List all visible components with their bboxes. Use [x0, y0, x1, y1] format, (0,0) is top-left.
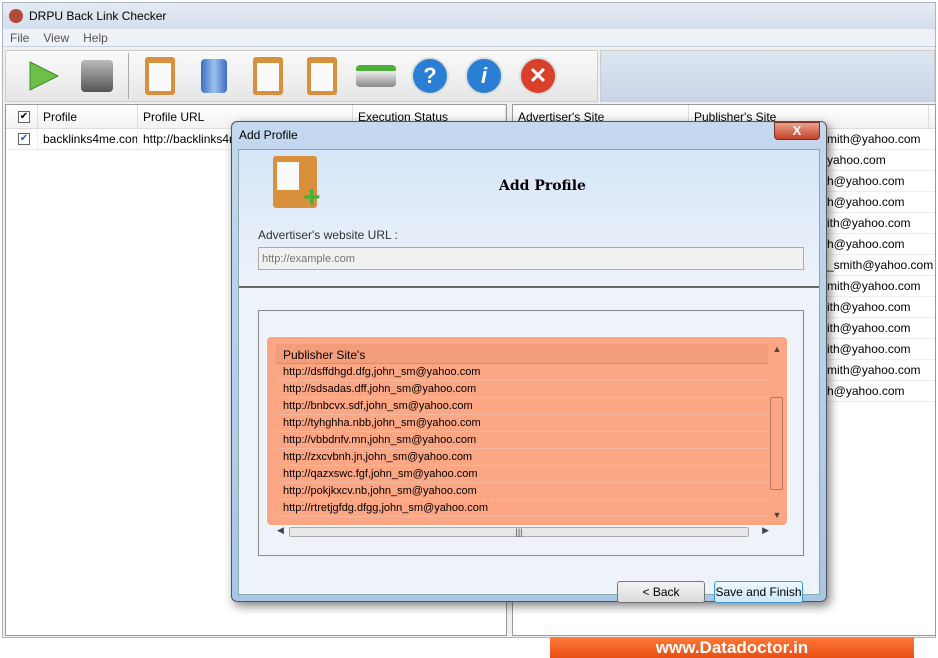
edit-profile-icon: [253, 57, 283, 95]
list-item[interactable]: http://zxcvbnh.jn,john_sm@yahoo.com: [276, 449, 768, 466]
cell-publisher-site: mith@yahoo.com: [827, 132, 921, 146]
dialog-heading: Add Profile: [499, 178, 586, 194]
cell-publisher-site: ith@yahoo.com: [827, 342, 911, 356]
col-profile[interactable]: Profile: [38, 105, 138, 128]
advertiser-url-input[interactable]: [258, 247, 804, 270]
publisher-list-header: Publisher Site's: [276, 344, 768, 364]
scroll-down-icon[interactable]: ▼: [770, 510, 784, 520]
cell-publisher-site: h@yahoo.com: [827, 384, 905, 398]
scroll-right-icon[interactable]: ▶: [762, 525, 769, 536]
dialog-close-button[interactable]: X: [774, 122, 820, 140]
window-title: DRPU Back Link Checker: [29, 9, 167, 23]
menu-help[interactable]: Help: [76, 31, 115, 45]
help-icon: ?: [411, 57, 449, 95]
vertical-scrollbar[interactable]: ▲ ▼: [770, 344, 784, 520]
cell-publisher-site: ith@yahoo.com: [827, 300, 911, 314]
help-button[interactable]: ?: [403, 53, 457, 99]
list-item[interactable]: http://qazxswc.fgf,john_sm@yahoo.com: [276, 466, 768, 483]
cell-publisher-site: h@yahoo.com: [827, 237, 905, 251]
delete-profile-button[interactable]: [187, 53, 241, 99]
play-icon: [29, 61, 60, 91]
cell-publisher-site: ith@yahoo.com: [827, 216, 911, 230]
plus-icon: +: [303, 181, 321, 214]
add-profile-icon: [145, 57, 175, 95]
back-button[interactable]: < Back: [617, 581, 705, 603]
add-profile-dialog: Add Profile X + Add Profile Advertiser's…: [231, 121, 827, 603]
info-button[interactable]: i: [457, 53, 511, 99]
settings-icon: [307, 57, 337, 95]
publisher-group: Publisher Site's http://dsffdhgd.dfg,joh…: [258, 310, 804, 556]
cell-publisher-site: h@yahoo.com: [827, 195, 905, 209]
exit-icon: ✕: [519, 57, 557, 95]
cell-publisher-site: h@yahoo.com: [827, 174, 905, 188]
exit-button[interactable]: ✕: [511, 53, 565, 99]
cell-profile: backlinks4me.com: [38, 129, 138, 149]
stop-icon: [81, 60, 113, 92]
scroll-up-icon[interactable]: ▲: [770, 344, 784, 354]
h-scroll-thumb[interactable]: |||: [289, 527, 749, 537]
list-item[interactable]: http://rtretjgfdg.dfgg,john_sm@yahoo.com: [276, 500, 768, 517]
start-button[interactable]: [16, 53, 70, 99]
list-item[interactable]: http://tyhghha.nbb,john_sm@yahoo.com: [276, 415, 768, 432]
app-icon: [9, 9, 23, 23]
settings-button[interactable]: [295, 53, 349, 99]
save-and-finish-button[interactable]: Save and Finish: [714, 581, 803, 603]
edit-profile-button[interactable]: [241, 53, 295, 99]
list-item[interactable]: http://sdsadas.dff,john_sm@yahoo.com: [276, 381, 768, 398]
scroll-left-icon[interactable]: ◀: [277, 525, 284, 535]
stop-button[interactable]: [70, 53, 124, 99]
dialog-title: Add Profile: [239, 128, 298, 142]
delete-icon: [201, 59, 227, 93]
menu-file[interactable]: File: [3, 31, 36, 45]
list-item[interactable]: http://pokjkxcv.nb,john_sm@yahoo.com: [276, 483, 768, 500]
list-item[interactable]: http://bnbcvx.sdf,john_sm@yahoo.com: [276, 398, 768, 415]
title-bar: DRPU Back Link Checker: [3, 3, 935, 29]
menu-view[interactable]: View: [36, 31, 76, 45]
menu-bar: File View Help: [3, 29, 935, 47]
refresh-button[interactable]: [349, 53, 403, 99]
toolbar-filler: [600, 50, 935, 102]
cell-publisher-site: yahoo.com: [827, 153, 886, 167]
datadoctor-banner: www.Datadoctor.in: [550, 637, 914, 658]
horizontal-scrollbar[interactable]: ◀ ||| ▶: [277, 525, 787, 539]
list-item[interactable]: http://vbbdnfv.mn,john_sm@yahoo.com: [276, 432, 768, 449]
row-checkbox[interactable]: ✔: [6, 129, 38, 149]
cell-publisher-site: ith@yahoo.com: [827, 321, 911, 335]
add-profile-button[interactable]: [133, 53, 187, 99]
refresh-icon: [356, 65, 396, 87]
cell-publisher-site: mith@yahoo.com: [827, 363, 921, 377]
cell-publisher-site: _smith@yahoo.com: [827, 258, 934, 272]
select-all-checkbox[interactable]: ✔: [6, 105, 38, 128]
list-item[interactable]: http://dsffdhgd.dfg,john_sm@yahoo.com: [276, 364, 768, 381]
url-label: Advertiser's website URL :: [258, 228, 398, 242]
cell-publisher-site: mith@yahoo.com: [827, 279, 921, 293]
scroll-thumb[interactable]: [770, 397, 783, 490]
info-icon: i: [465, 57, 503, 95]
publisher-list: Publisher Site's http://dsffdhgd.dfg,joh…: [267, 337, 787, 525]
toolbar: ? i ✕: [5, 50, 598, 102]
